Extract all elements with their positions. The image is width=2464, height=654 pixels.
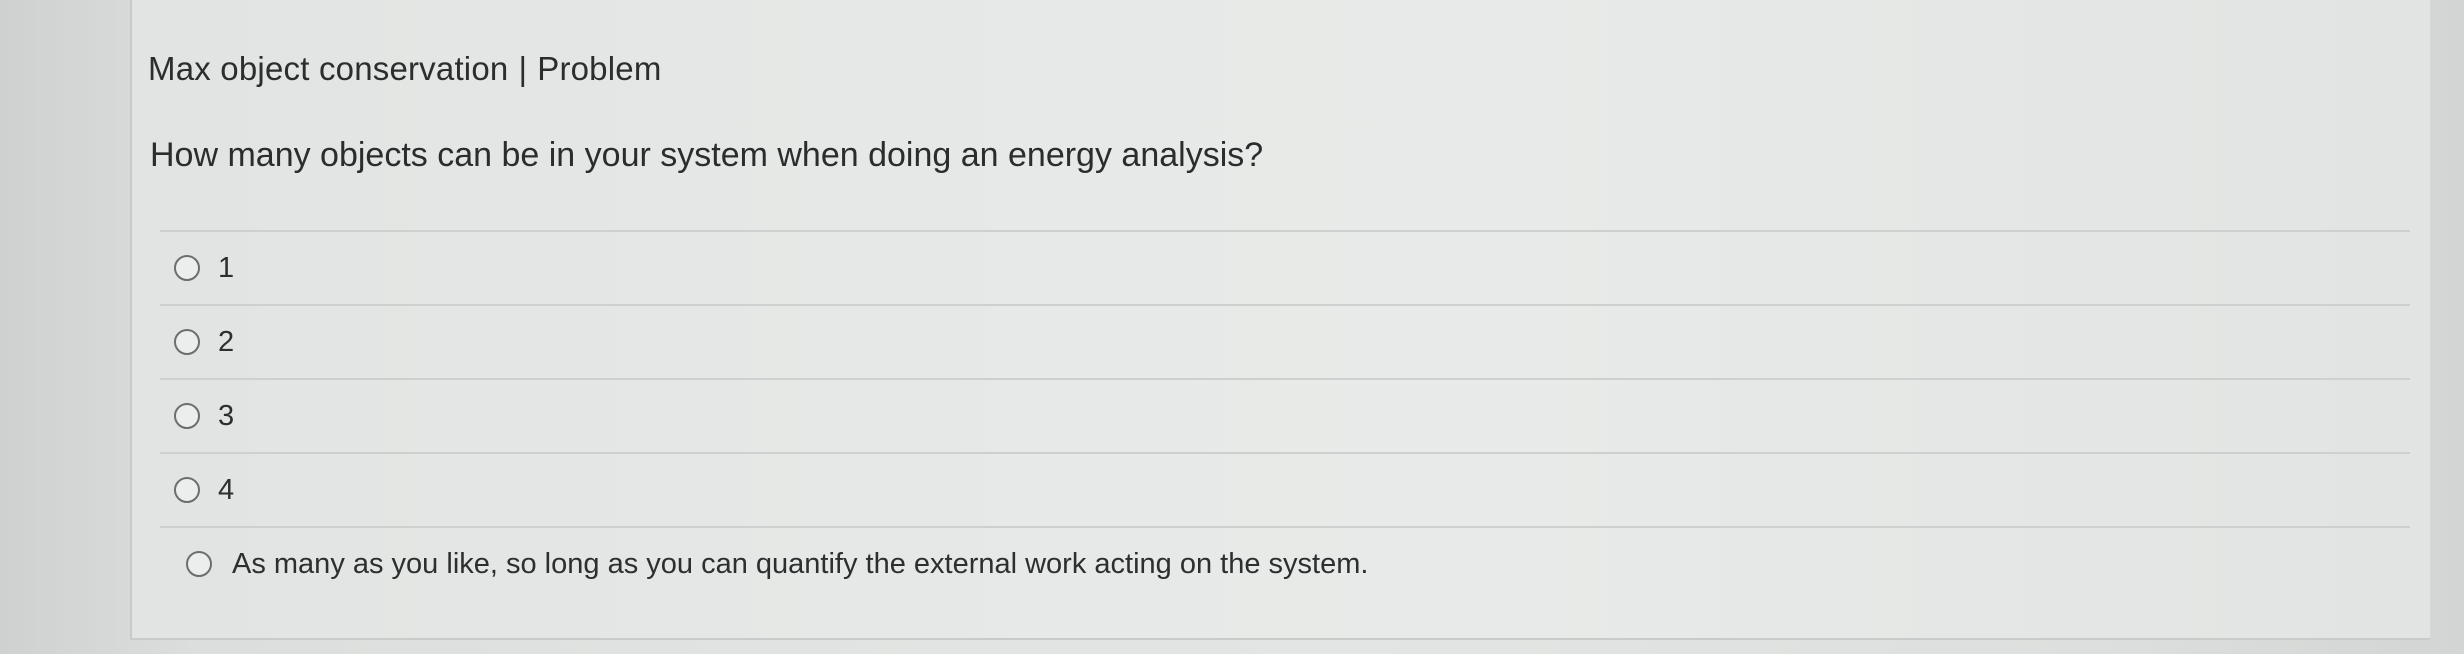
- option-label: 3: [218, 399, 235, 432]
- answer-option-1[interactable]: 1: [160, 230, 2410, 304]
- option-label: 2: [218, 325, 235, 358]
- title-separator: |: [518, 50, 528, 87]
- radio-button[interactable]: [186, 551, 212, 577]
- option-label: 4: [218, 473, 235, 506]
- radio-button[interactable]: [174, 477, 200, 503]
- radio-button[interactable]: [174, 403, 200, 429]
- radio-button[interactable]: [174, 255, 200, 281]
- problem-type-label: Problem: [537, 50, 662, 87]
- answer-option-3[interactable]: 3: [160, 378, 2410, 452]
- problem-header: Max object conservation | Problem: [148, 50, 662, 88]
- option-label: 1: [218, 251, 235, 284]
- answer-options: 1 2 3 4 As many as you like, so long as …: [160, 230, 2410, 600]
- question-text: How many objects can be in your system w…: [150, 136, 1264, 174]
- answer-option-5[interactable]: As many as you like, so long as you can …: [160, 526, 2410, 600]
- problem-title: Max object conservation: [148, 50, 509, 87]
- screen: Max object conservation | Problem How many…: [0, 0, 2464, 654]
- option-label: As many as you like, so long as you can …: [232, 547, 1369, 580]
- radio-button[interactable]: [174, 329, 200, 355]
- answer-option-4[interactable]: 4: [160, 452, 2410, 526]
- answer-option-2[interactable]: 2: [160, 304, 2410, 378]
